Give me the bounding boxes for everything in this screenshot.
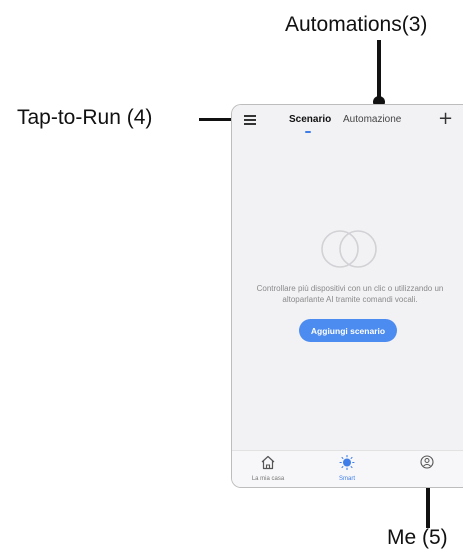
- callout-tap-to-run-label: Tap-to-Run (4): [17, 106, 153, 129]
- add-scenario-button[interactable]: Aggiungi scenario: [299, 319, 397, 342]
- nav-item-smart[interactable]: Smart: [325, 454, 369, 482]
- tab-scenario[interactable]: Scenario: [289, 114, 331, 125]
- callout-automations-line: [377, 40, 381, 101]
- hamburger-menu-icon[interactable]: [244, 115, 256, 125]
- empty-state-message: Controllare più dispositivi con un clic …: [256, 284, 444, 304]
- home-icon: [261, 455, 275, 470]
- overlapping-circles-icon: [321, 230, 377, 268]
- plus-icon[interactable]: +: [438, 108, 453, 129]
- callout-automations-label: Automations(3): [285, 13, 428, 36]
- callout-me-label: Me (5): [387, 526, 448, 549]
- nav-label-home: La mia casa: [251, 476, 285, 482]
- sun-icon: [339, 454, 355, 471]
- nav-label-smart: Smart: [338, 476, 355, 482]
- tab-automazione[interactable]: Automazione: [343, 114, 401, 125]
- nav-item-me[interactable]: [412, 455, 442, 474]
- phone-screen: Scenario Automazione + Controllare più d…: [231, 104, 463, 488]
- user-icon: [420, 455, 434, 469]
- tab-active-indicator: [305, 131, 311, 133]
- bottom-nav: La mia casa Smart: [232, 450, 463, 487]
- nav-item-home[interactable]: La mia casa: [246, 455, 290, 482]
- top-bar: Scenario Automazione +: [232, 105, 463, 135]
